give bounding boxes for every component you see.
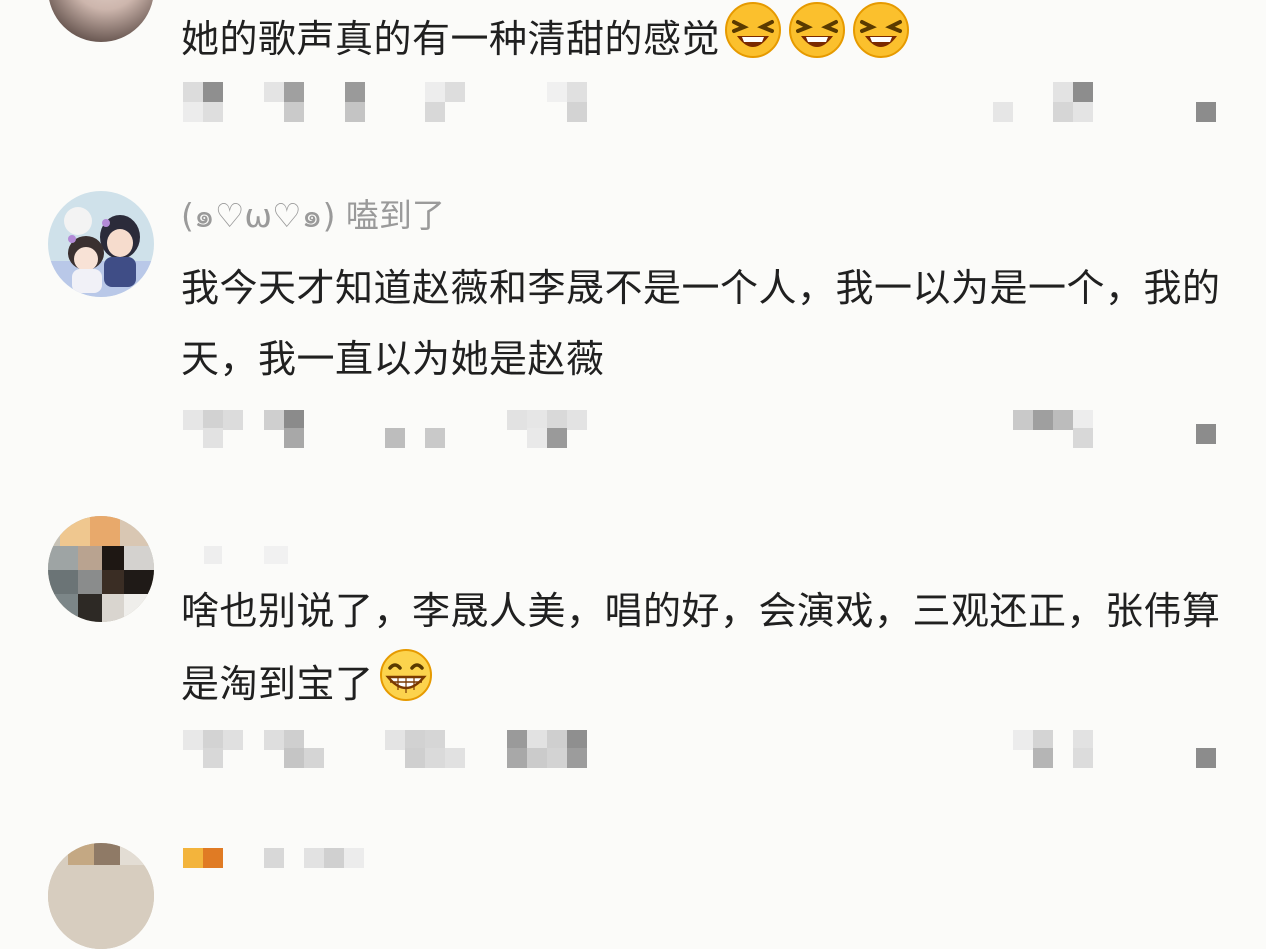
laugh-squint-emoji-icon bbox=[850, 0, 912, 83]
avatar[interactable] bbox=[48, 0, 154, 42]
comment-username[interactable]: (๑♡ω♡๑) 嗑到了 bbox=[181, 199, 445, 232]
comment-text: 我今天才知道赵薇和李晟不是一个人，我一以为是一个，我的天，我一直以为她是赵薇 bbox=[181, 253, 1221, 395]
more-options-icon[interactable] bbox=[1196, 424, 1216, 444]
blurred-action-row bbox=[0, 728, 1266, 772]
blurred-action-row bbox=[0, 408, 1266, 452]
laugh-squint-emoji-icon bbox=[786, 0, 848, 83]
more-options-icon[interactable] bbox=[1196, 102, 1216, 122]
laugh-squint-emoji-icon bbox=[722, 0, 784, 83]
comment-text-content: 她的歌声真的有一种清甜的感觉 bbox=[181, 17, 721, 61]
comment-text-content: 啥也别说了，李晟人美，唱的好，会演戏，三观还正，张伟算是淘到宝了 bbox=[181, 589, 1221, 706]
grin-emoji-icon bbox=[376, 647, 436, 726]
more-options-icon[interactable] bbox=[1196, 748, 1216, 768]
comment-text: 她的歌声真的有一种清甜的感觉 bbox=[181, 0, 1221, 83]
blurred-username bbox=[0, 846, 1266, 890]
comment-text: 啥也别说了，李晟人美，唱的好，会演戏，三观还正，张伟算是淘到宝了 bbox=[181, 576, 1221, 726]
blurred-action-row bbox=[0, 80, 1266, 124]
comment-text-content: 我今天才知道赵薇和李晟不是一个人，我一以为是一个，我的天，我一直以为她是赵薇 bbox=[181, 266, 1221, 381]
avatar[interactable] bbox=[48, 191, 154, 297]
